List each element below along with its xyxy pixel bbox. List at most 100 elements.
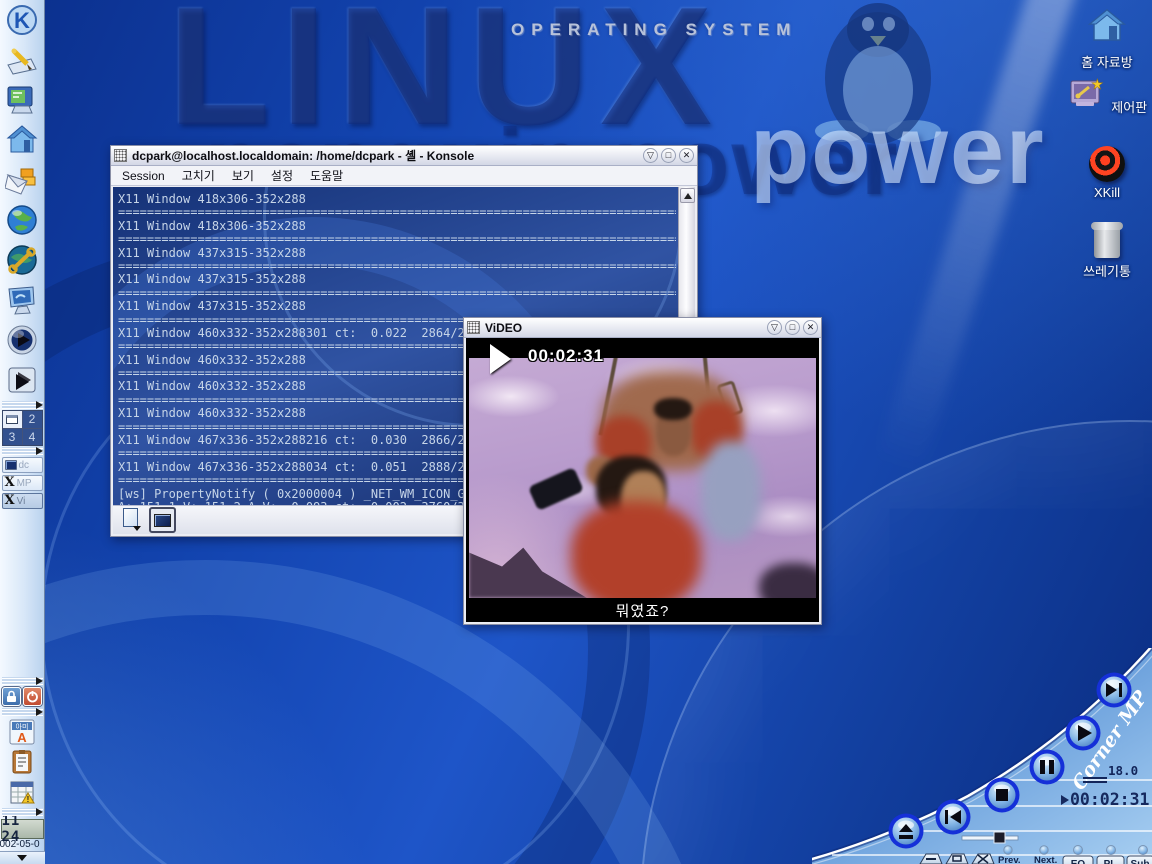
- osd-timestamp: 00:02:31: [528, 346, 604, 366]
- launcher-display[interactable]: [4, 282, 40, 318]
- tray-calendar-launcher[interactable]: !: [9, 779, 35, 805]
- control-panel-icon: ★: [1067, 76, 1107, 112]
- session-tab-shell[interactable]: [149, 507, 176, 533]
- shade-button[interactable]: ▽: [767, 320, 782, 335]
- menu-edit[interactable]: 고치기: [182, 167, 215, 184]
- window-title: ViDEO: [485, 321, 764, 335]
- menu-settings[interactable]: 설정: [271, 167, 293, 184]
- svg-text:K: K: [14, 8, 30, 33]
- terminal-line: X11 Window 437x315-352x288: [118, 273, 676, 286]
- launcher-mplayer[interactable]: [4, 362, 40, 398]
- player-time: 00:02:31: [1070, 790, 1150, 809]
- playlist-button[interactable]: PL: [1097, 856, 1124, 864]
- play-button[interactable]: [1066, 716, 1101, 751]
- panel-handle[interactable]: [2, 708, 43, 716]
- launcher-kwrite[interactable]: [4, 42, 40, 78]
- sub-led: [1139, 846, 1148, 855]
- taskbar-item-mplayer[interactable]: X MP: [2, 475, 43, 491]
- subtitle-bar: 뭐였죠?: [466, 598, 819, 622]
- shade-button[interactable]: ▽: [643, 148, 658, 163]
- close-button[interactable]: ✕: [679, 148, 694, 163]
- pager-desktop-1[interactable]: [3, 411, 22, 428]
- eject-button[interactable]: [889, 814, 924, 849]
- xkill-icon: [1089, 146, 1125, 182]
- desktop-icon-trash[interactable]: 쓰레기통: [1064, 226, 1150, 281]
- logout-button[interactable]: [23, 687, 42, 706]
- padlock-icon: [5, 690, 18, 703]
- launcher-konsole[interactable]: [4, 82, 40, 118]
- desktop-pager: 2 3 4: [2, 410, 43, 446]
- power-icon: [26, 690, 39, 703]
- menu-view[interactable]: 보기: [232, 167, 254, 184]
- terminal-line: ========================================…: [118, 287, 676, 300]
- menu-help[interactable]: 도움말: [310, 167, 343, 184]
- launcher-kmenu[interactable]: K: [4, 2, 40, 38]
- osd-play-icon: [490, 344, 511, 374]
- panel-handle[interactable]: [2, 808, 43, 816]
- menu-session[interactable]: Session: [122, 169, 165, 183]
- seek-slider-track[interactable]: [962, 836, 1018, 840]
- launcher-kmail[interactable]: [4, 162, 40, 198]
- konsole-titlebar[interactable]: dcpark@localhost.localdomain: /home/dcpa…: [111, 146, 697, 166]
- eq-button[interactable]: EQ: [1063, 856, 1093, 864]
- prev-button[interactable]: [936, 800, 971, 835]
- taskbar-item-video[interactable]: X Vi: [2, 493, 43, 509]
- svg-text:★: ★: [1091, 76, 1104, 92]
- subtitle-button[interactable]: Sub: [1127, 856, 1152, 864]
- panel-handle[interactable]: [2, 401, 43, 409]
- taskbar-item-konsole[interactable]: dc: [2, 457, 43, 473]
- maximize-button[interactable]: □: [785, 320, 800, 335]
- launcher-konqueror[interactable]: [4, 202, 40, 238]
- pager-desktop-2[interactable]: 2: [23, 411, 42, 428]
- next-track-dot[interactable]: [1040, 846, 1048, 854]
- next-label[interactable]: Next.: [1034, 855, 1057, 864]
- seek-slider-handle[interactable]: [994, 832, 1005, 843]
- panel-clock[interactable]: 11 24: [1, 819, 44, 839]
- task-label: Vi: [17, 496, 26, 507]
- panel-clock-date: 002-05-0: [0, 839, 45, 850]
- svg-text:!: !: [27, 795, 30, 804]
- corner-mp-player: Corner MP: [812, 648, 1152, 864]
- scroll-up-button[interactable]: [680, 188, 695, 203]
- kicker-panel: K: [0, 0, 45, 864]
- maximize-button[interactable]: □: [661, 148, 676, 163]
- pause-button[interactable]: [1030, 750, 1065, 785]
- next-button[interactable]: [1097, 673, 1132, 708]
- subtitle-text: 뭐였죠?: [616, 600, 670, 621]
- desktop-icon-control-panel[interactable]: ★ 제어판: [1064, 76, 1150, 117]
- panel-handle[interactable]: [2, 677, 43, 685]
- pager-desktop-4[interactable]: 4: [23, 429, 42, 446]
- lock-screen-button[interactable]: [2, 687, 21, 706]
- video-window: ViDEO ▽ □ ✕: [463, 317, 822, 625]
- new-session-button[interactable]: [121, 508, 141, 532]
- tray-ami-launcher[interactable]: 아미 A: [9, 719, 35, 745]
- player-volume: 18.0: [1108, 763, 1138, 778]
- stop-button[interactable]: [985, 778, 1020, 813]
- video-titlebar[interactable]: ViDEO ▽ □ ✕: [464, 318, 821, 338]
- wallpaper-tagline: OPERATING SYSTEM: [511, 20, 797, 40]
- mountains: [469, 528, 587, 598]
- prev-label[interactable]: Prev.: [998, 855, 1021, 864]
- tray-clipboard-launcher[interactable]: [9, 749, 35, 775]
- pager-desktop-3[interactable]: 3: [3, 429, 22, 446]
- close-button[interactable]: ✕: [803, 320, 818, 335]
- desktop-icon-label: 제어판: [1111, 97, 1147, 116]
- prev-track-dot[interactable]: [1004, 846, 1012, 854]
- panel-hide-button[interactable]: [0, 851, 45, 864]
- desktop-icon-label: 쓰레기통: [1083, 261, 1131, 280]
- launcher-home[interactable]: [4, 122, 40, 158]
- video-canvas[interactable]: 00:02:31 뭐였죠?: [466, 338, 819, 622]
- desktop-icon-xkill[interactable]: XKill: [1064, 146, 1150, 202]
- eq-led: [1074, 846, 1083, 855]
- desktop-icon-label: 홈 자료방: [1081, 52, 1132, 71]
- desktop-icon-home[interactable]: 홈 자료방: [1064, 8, 1150, 72]
- trash-icon: [1094, 226, 1120, 258]
- terminal-line: X11 Window 418x306-352x288: [118, 220, 676, 233]
- window-app-icon: [114, 149, 127, 162]
- launcher-settings-globe[interactable]: [4, 242, 40, 278]
- terminal-line: ========================================…: [118, 206, 676, 219]
- konsole-menubar: Session 고치기 보기 설정 도움말: [111, 166, 697, 186]
- launcher-media-player-round[interactable]: [4, 322, 40, 358]
- home-folder-icon: [1088, 8, 1126, 44]
- panel-handle[interactable]: [2, 447, 43, 455]
